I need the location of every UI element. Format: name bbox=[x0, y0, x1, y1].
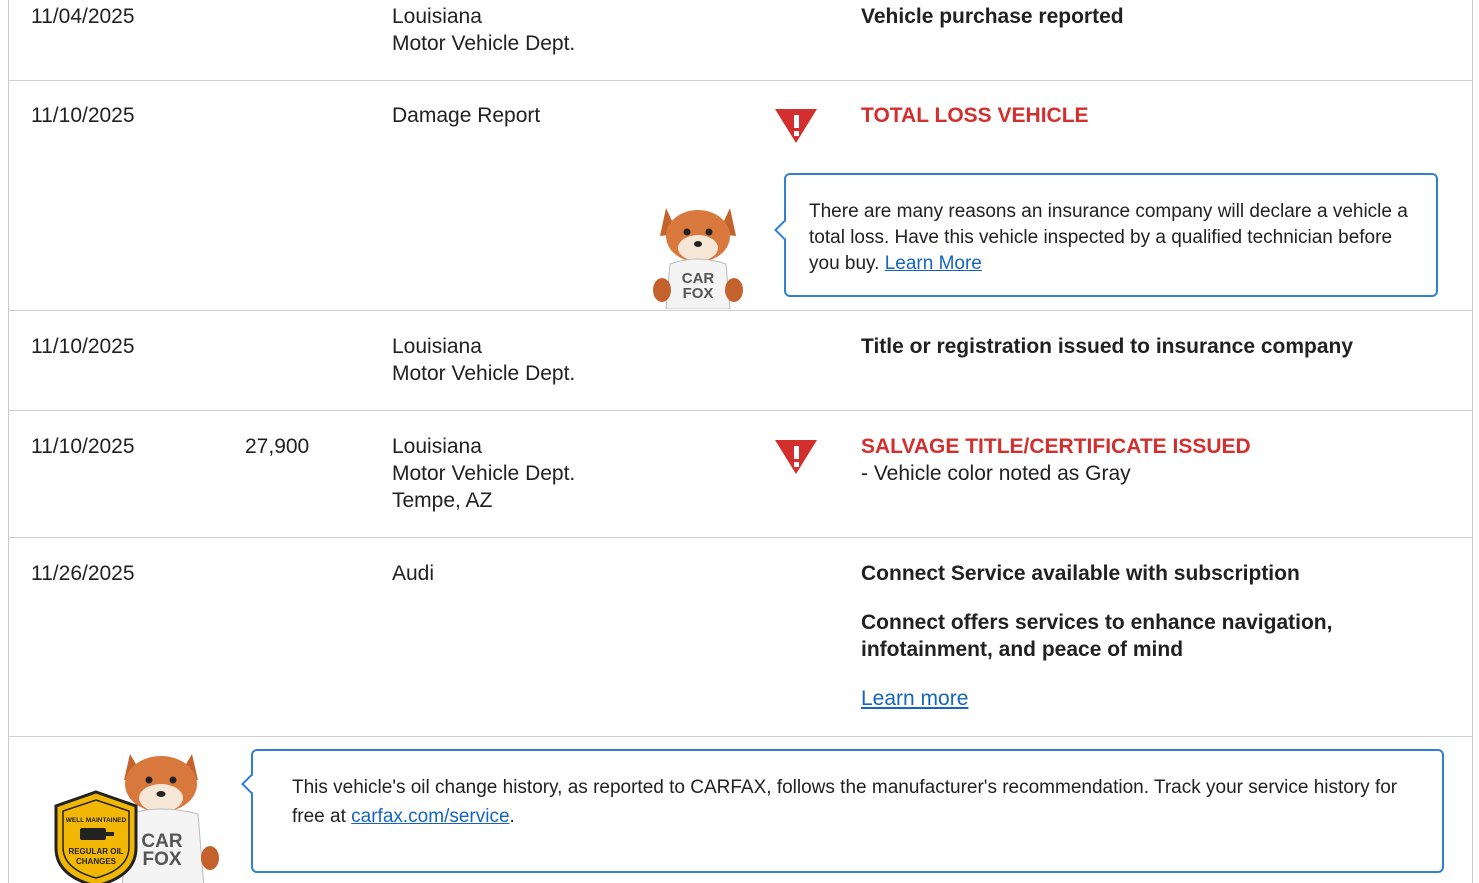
source-line: Motor Vehicle Dept. bbox=[392, 362, 576, 385]
connect-service-heading: Connect Service available with subscript… bbox=[861, 562, 1300, 585]
source-line: Louisiana bbox=[392, 5, 482, 28]
oil-history-text: This vehicle's oil change history, as re… bbox=[292, 773, 1412, 831]
source-line: Motor Vehicle Dept. bbox=[392, 462, 576, 485]
record-date: 11/10/2025 bbox=[31, 435, 135, 458]
source-line: Louisiana bbox=[392, 335, 482, 358]
odometer-reading: 27,900 bbox=[245, 435, 310, 458]
table-row: 11/04/2025 Louisiana Motor Vehicle Dept.… bbox=[8, 0, 1473, 81]
record-detail-sub: - Vehicle color noted as Gray bbox=[861, 462, 1131, 485]
table-row: 11/26/2025 Audi Connect Service availabl… bbox=[8, 538, 1473, 737]
callout-pointer bbox=[774, 220, 794, 240]
source-line: Tempe, AZ bbox=[392, 489, 493, 512]
table-row: 11/10/2025 27,900 Louisiana Motor Vehicl… bbox=[8, 411, 1473, 538]
badge-text: WELL MAINTAINED bbox=[66, 817, 127, 824]
record-date: 11/10/2025 bbox=[31, 104, 135, 127]
badge-text: CHANGES bbox=[76, 857, 117, 866]
record-detail: Connect Service available with subscript… bbox=[861, 560, 1381, 712]
record-source: Audi bbox=[392, 562, 435, 585]
table-row: 11/10/2025 Damage Report TOTAL LOSS VEHI… bbox=[8, 81, 1473, 311]
record-source: Damage Report bbox=[392, 104, 541, 127]
carfax-service-link[interactable]: carfax.com/service bbox=[351, 806, 509, 827]
record-detail: SALVAGE TITLE/CERTIFICATE ISSUED - Vehic… bbox=[861, 433, 1451, 487]
table-row: 11/10/2025 Louisiana Motor Vehicle Dept.… bbox=[8, 311, 1473, 411]
alert-icon bbox=[775, 109, 817, 143]
learn-more-link[interactable]: Learn more bbox=[861, 685, 968, 712]
salvage-title-label: SALVAGE TITLE/CERTIFICATE ISSUED bbox=[861, 435, 1251, 458]
badge-text: REGULAR OIL bbox=[68, 847, 123, 856]
record-date: 11/26/2025 bbox=[31, 562, 135, 585]
record-source: Louisiana Motor Vehicle Dept. bbox=[392, 333, 575, 387]
well-maintained-badge-icon: CAR FOX WELL MAINTAINED REGULAR OIL CHAN… bbox=[54, 754, 219, 883]
tip-text: There are many reasons an insurance comp… bbox=[809, 199, 1419, 277]
total-loss-tip-callout: There are many reasons an insurance comp… bbox=[774, 173, 1438, 297]
record-source: Louisiana Motor Vehicle Dept. bbox=[392, 3, 575, 57]
mascot-shirt-text: FOX bbox=[683, 285, 714, 302]
record-detail: Vehicle purchase reported bbox=[861, 5, 1124, 28]
alert-icon bbox=[775, 440, 817, 474]
source-line: Motor Vehicle Dept. bbox=[392, 32, 576, 55]
record-date: 11/04/2025 bbox=[31, 5, 135, 28]
source-line: Louisiana bbox=[392, 435, 482, 458]
record-detail: Title or registration issued to insuranc… bbox=[861, 335, 1354, 358]
oil-history-suffix: . bbox=[509, 806, 515, 827]
record-source: Louisiana Motor Vehicle Dept. Tempe, AZ bbox=[392, 433, 575, 514]
carfox-mascot-icon: CAR FOX bbox=[653, 208, 743, 309]
oil-history-callout: This vehicle's oil change history, as re… bbox=[241, 749, 1444, 873]
record-date: 11/10/2025 bbox=[31, 335, 135, 358]
learn-more-link[interactable]: Learn More bbox=[885, 253, 982, 274]
mascot-shirt-text: FOX bbox=[142, 849, 181, 870]
connect-service-description: Connect offers services to enhance navig… bbox=[861, 611, 1333, 661]
total-loss-label: TOTAL LOSS VEHICLE bbox=[861, 104, 1089, 127]
